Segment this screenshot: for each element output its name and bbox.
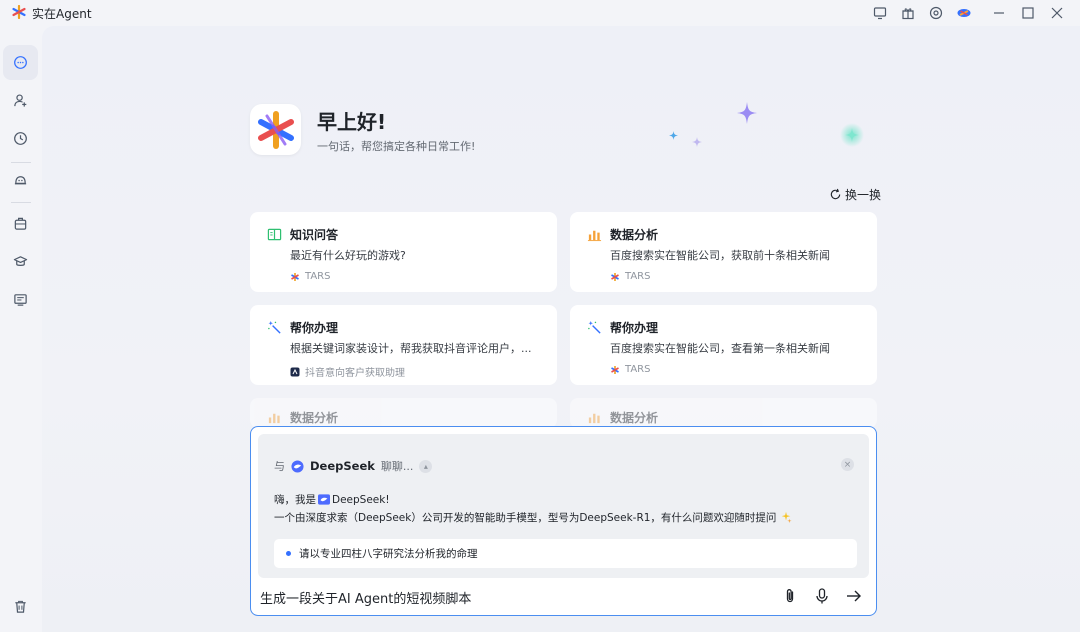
suggestion-card[interactable]: 知识问答 最近有什么好玩的游戏? TARS — [250, 212, 557, 292]
sparkle-icon — [737, 102, 757, 124]
app-logo-icon — [257, 110, 294, 149]
suggestion-card[interactable]: 帮你办理 根据关键词家装设计，帮我获取抖音评论用户，... 抖音意向客户获取助理 — [250, 305, 557, 385]
with-label: 与 — [274, 460, 285, 473]
tars-logo-icon — [291, 272, 299, 281]
book-icon — [267, 228, 282, 241]
bar-chart-icon — [587, 230, 602, 242]
card-title: 数据分析 — [610, 411, 659, 425]
user-plus-icon — [14, 94, 27, 107]
card-title: 数据分析 — [610, 228, 659, 242]
target-icon[interactable] — [927, 4, 945, 22]
card-title: 知识问答 — [290, 228, 339, 242]
swap-button[interactable]: 换一换 — [829, 186, 881, 203]
chat-input[interactable]: 生成一段关于AI Agent的短视频脚本 — [260, 588, 471, 607]
app-title: 实在Agent — [32, 7, 92, 21]
douyin-assistant-icon — [290, 367, 300, 376]
attach-icon[interactable] — [778, 584, 802, 608]
briefcase-icon — [14, 217, 27, 230]
model-name: DeepSeek — [310, 459, 375, 473]
intro-line-2: 一个由深度求索（DeepSeek）公司开发的智能助手模型，型号为DeepSeek… — [274, 510, 792, 525]
bullet-dot — [286, 551, 291, 556]
clock-icon — [14, 132, 27, 145]
intro-name: DeepSeek! — [332, 493, 390, 506]
user-avatar-icon[interactable] — [955, 4, 973, 22]
suggestion-card[interactable]: 数据分析 — [250, 398, 557, 428]
sidebar — [0, 26, 42, 632]
title-bar: 实在Agent — [0, 0, 1080, 26]
gift-icon[interactable] — [899, 4, 917, 22]
sidebar-item-trash[interactable] — [3, 589, 38, 624]
card-title: 帮你办理 — [290, 321, 339, 335]
monitor-icon[interactable] — [871, 4, 889, 22]
tars-logo-icon — [611, 272, 619, 281]
close-window-icon[interactable] — [1048, 4, 1066, 22]
graduation-cap-icon — [13, 256, 28, 266]
deepseek-logo-icon — [291, 459, 304, 473]
message-board-icon — [14, 294, 27, 306]
trash-icon — [15, 600, 26, 613]
bar-chart-icon — [268, 413, 280, 424]
maximize-icon[interactable] — [1019, 4, 1037, 22]
model-selector[interactable]: 与 DeepSeek 聊聊... ▴ — [274, 458, 433, 474]
sidebar-divider — [11, 202, 31, 203]
card-description: 最近有什么好玩的游戏? — [290, 249, 406, 262]
model-intro-panel: 与 DeepSeek 聊聊... ▴ × 嗨，我是 DeepSeek! 一个由深… — [258, 434, 869, 578]
sidebar-item-history[interactable] — [3, 121, 38, 156]
bar-chart-icon — [588, 413, 600, 424]
card-title: 数据分析 — [290, 411, 339, 425]
close-icon[interactable]: × — [841, 458, 854, 471]
chat-label: 聊聊... — [380, 460, 414, 473]
swap-label: 换一换 — [845, 188, 882, 202]
app-logo-icon — [12, 5, 26, 19]
prompt-suggestion[interactable]: 请以专业四柱八字研究法分析我的命理 — [274, 539, 857, 568]
card-source: TARS — [625, 364, 651, 375]
tars-logo-icon — [611, 365, 619, 374]
minimize-icon[interactable] — [990, 4, 1008, 22]
greeting-subtitle: 一句话，帮您搞定各种日常工作! — [317, 140, 476, 153]
refresh-icon — [830, 188, 841, 200]
suggestion-card[interactable]: 帮你办理 百度搜索实在智能公司，查看第一条相关新闻 TARS — [570, 305, 877, 385]
microphone-icon[interactable] — [810, 584, 834, 608]
suggestion-text: 请以专业四柱八字研究法分析我的命理 — [299, 548, 478, 560]
sidebar-item-toolbox[interactable] — [3, 206, 38, 241]
suggestion-card[interactable]: 数据分析 百度搜索实在智能公司，获取前十条相关新闻 TARS — [570, 212, 877, 292]
greeting-title: 早上好! — [317, 110, 387, 134]
intro-line-1: 嗨，我是 DeepSeek! — [274, 492, 390, 507]
magic-wand-icon — [268, 320, 281, 334]
send-arrow-icon[interactable] — [842, 584, 866, 608]
sidebar-item-agents[interactable] — [3, 83, 38, 118]
sparkles-emoji-icon — [781, 511, 792, 523]
sidebar-item-messages[interactable] — [3, 282, 38, 317]
sparkle-icon — [669, 131, 678, 140]
sparkle-icon — [692, 137, 702, 147]
chat-bubble-icon — [14, 56, 27, 69]
card-description: 根据关键词家装设计，帮我获取抖音评论用户，... — [290, 342, 532, 355]
chat-composer: 与 DeepSeek 聊聊... ▴ × 嗨，我是 DeepSeek! 一个由深… — [250, 426, 877, 616]
suggestion-card[interactable]: 数据分析 — [570, 398, 877, 428]
hero-logo — [250, 104, 301, 155]
intro-description: 一个由深度求索（DeepSeek）公司开发的智能助手模型，型号为DeepSeek… — [274, 512, 777, 524]
card-title: 帮你办理 — [610, 321, 659, 335]
card-source: TARS — [625, 271, 651, 282]
sidebar-item-robot[interactable] — [3, 163, 38, 198]
card-source: TARS — [305, 271, 331, 282]
sidebar-item-chat[interactable] — [3, 45, 38, 80]
sidebar-item-learning[interactable] — [3, 244, 38, 279]
robot-icon — [14, 176, 27, 185]
card-source: 抖音意向客户获取助理 — [305, 368, 405, 379]
card-description: 百度搜索实在智能公司，获取前十条相关新闻 — [610, 249, 830, 262]
intro-prefix: 嗨，我是 — [274, 494, 316, 506]
deepseek-logo-icon — [318, 494, 330, 505]
magic-wand-icon — [588, 320, 601, 334]
sparkle-icon — [840, 123, 864, 147]
card-description: 百度搜索实在智能公司，查看第一条相关新闻 — [610, 342, 830, 355]
chevron-down-icon[interactable]: ▴ — [419, 459, 433, 473]
